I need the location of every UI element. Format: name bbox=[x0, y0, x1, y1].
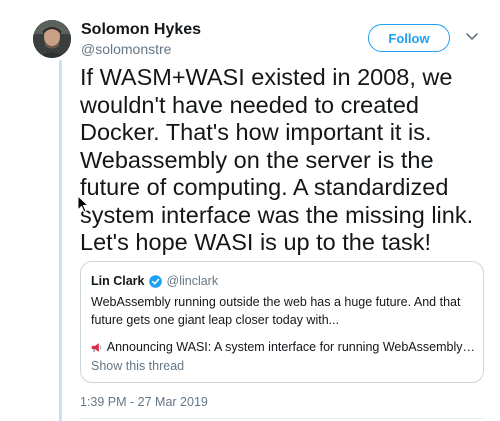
avatar-photo bbox=[33, 20, 71, 58]
follow-button[interactable]: Follow bbox=[368, 24, 450, 52]
tweet-timestamp[interactable]: 1:39 PM - 27 Mar 2019 bbox=[80, 393, 208, 411]
author-name[interactable]: Solomon Hykes bbox=[81, 20, 201, 40]
megaphone-icon bbox=[91, 342, 102, 352]
quoted-tweet-card[interactable]: Lin Clark @linclark WebAssembly running … bbox=[80, 261, 484, 383]
tweet-text: If WASM+WASI existed in 2008, we wouldn'… bbox=[80, 64, 474, 255]
quoted-tweet-text: WebAssembly running outside the web has … bbox=[91, 295, 461, 327]
quoted-link-text: Announcing WASI: A system interface for … bbox=[106, 340, 475, 354]
quoted-author-handle: @linclark bbox=[166, 274, 219, 288]
quoted-tweet-link[interactable]: Announcing WASI: A system interface for … bbox=[91, 338, 475, 356]
quoted-author-name: Lin Clark bbox=[91, 274, 145, 288]
quoted-tweet-header: Lin Clark @linclark bbox=[91, 272, 218, 290]
author-handle[interactable]: @solomonstre bbox=[81, 40, 171, 58]
verified-badge-icon bbox=[148, 274, 162, 288]
show-thread-link[interactable]: Show this thread bbox=[91, 357, 184, 375]
thread-line bbox=[59, 60, 62, 421]
mouse-cursor-icon bbox=[77, 195, 89, 213]
avatar[interactable] bbox=[33, 20, 71, 58]
divider bbox=[80, 418, 484, 419]
chevron-down-icon[interactable] bbox=[465, 32, 479, 42]
